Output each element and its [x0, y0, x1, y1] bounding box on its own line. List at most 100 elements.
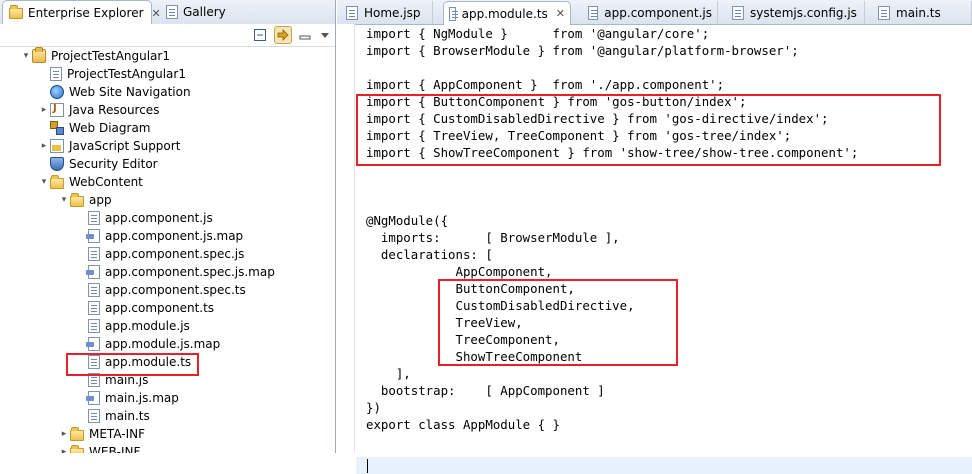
tab-label: Gallery — [183, 5, 226, 19]
tree-item[interactable]: ▾ WebContent — [38, 173, 143, 191]
code-line: import { CustomDisabledDirective } from … — [366, 111, 829, 126]
gallery-icon — [166, 5, 178, 19]
expand-toggle-icon[interactable]: ▾ — [58, 195, 70, 205]
tree-item[interactable]: app.component.spec.js — [76, 245, 244, 263]
code-line: import { AppComponent } from './app.comp… — [366, 77, 725, 92]
map-icon — [86, 337, 100, 351]
view-menu-icon[interactable] — [316, 26, 334, 44]
tree-item-label: app.component.spec.ts — [105, 283, 246, 297]
expand-toggle-icon[interactable]: ▸ — [38, 105, 50, 115]
code-line: declarations: [ — [366, 247, 493, 262]
tree-item-label: WebContent — [69, 175, 143, 189]
expand-toggle-icon[interactable]: ▸ — [58, 447, 70, 453]
tree-item[interactable]: main.js.map — [76, 389, 179, 407]
tree-item-label: ProjectTestAngular1 — [67, 67, 186, 81]
tab-gallery[interactable]: Gallery — [160, 0, 240, 24]
file-icon — [88, 319, 100, 333]
tree-item[interactable]: app.component.js.map — [76, 227, 243, 245]
tree-item[interactable]: app.module.js.map — [76, 335, 220, 353]
tree-item[interactable]: ▸ Java Resources — [38, 101, 159, 119]
code-line: import { NgModule } from '@angular/core'… — [366, 26, 710, 41]
tab-enterprise-explorer[interactable]: Enterprise Explorer ✕ — [2, 0, 161, 25]
tab-label: app.module.ts — [461, 6, 548, 21]
code-line: import { TreeView, TreeComponent } from … — [366, 128, 792, 143]
code-line: ButtonComponent, — [366, 281, 575, 296]
tree-item[interactable]: Web Site Navigation — [38, 83, 191, 101]
code-line: ShowTreeComponent — [366, 349, 583, 364]
tree-item[interactable]: ▾ ProjectTestAngular1 — [20, 47, 170, 65]
code-line: imports: [ BrowserModule ], — [366, 230, 620, 245]
project-icon — [32, 47, 46, 63]
code-line: @NgModule({ — [366, 213, 449, 228]
tree-item[interactable]: Security Editor — [38, 155, 158, 173]
code-line: CustomDisabledDirective, — [366, 298, 635, 313]
tree-item-label: app — [89, 193, 112, 207]
tree-item-label: main.js — [105, 373, 149, 387]
minimize-icon[interactable] — [296, 26, 314, 44]
file-icon — [88, 301, 100, 315]
tree-item[interactable]: main.ts — [76, 407, 150, 425]
file-icon — [878, 5, 890, 20]
close-icon[interactable]: ✕ — [556, 7, 565, 20]
expand-toggle-icon[interactable]: ▸ — [38, 141, 50, 151]
tree-item[interactable]: ▸ WEB-INF — [58, 443, 140, 453]
tree-item-label: Web Diagram — [69, 121, 151, 135]
link-with-editor-icon[interactable] — [274, 26, 292, 44]
code-line: }) — [366, 400, 381, 415]
folder-icon — [70, 444, 84, 453]
map-icon — [86, 229, 100, 243]
tree-item[interactable]: app.module.js — [76, 317, 190, 335]
tree-item[interactable]: app.module.ts — [76, 353, 191, 371]
code-line: import { ButtonComponent } from 'gos-but… — [366, 94, 747, 109]
tree-item[interactable]: ▾ app — [58, 191, 112, 209]
globe-icon — [50, 85, 64, 99]
tree-item[interactable]: ▸ META-INF — [58, 425, 145, 443]
tree-item[interactable]: app.component.js — [76, 209, 213, 227]
tab-home-jsp[interactable]: Home.jsp — [341, 1, 433, 24]
expand-toggle-icon[interactable]: ▾ — [38, 177, 50, 187]
file-icon — [50, 67, 62, 81]
code-line: TreeView, — [366, 315, 523, 330]
enterprise-explorer-panel: Enterprise Explorer ✕ Gallery ▾ ProjectTe… — [0, 0, 336, 453]
tree-item-label: Java Resources — [69, 103, 160, 117]
tab-app-component-js[interactable]: app.component.js — [583, 1, 718, 24]
explorer-icon — [9, 5, 23, 19]
tree-item-label: META-INF — [89, 427, 146, 441]
tab-label: Enterprise Explorer — [28, 6, 144, 20]
tree-item-label: app.component.ts — [105, 301, 215, 315]
tree-item[interactable]: main.js — [76, 371, 148, 389]
tree-item-label: app.component.js — [105, 211, 213, 225]
code-line: import { ShowTreeComponent } from 'show-… — [366, 145, 859, 160]
tree-item[interactable]: ▸ JavaScript Support — [38, 137, 180, 155]
tab-main-ts[interactable]: main.ts — [873, 1, 972, 24]
file-icon — [88, 373, 100, 387]
view-tab-bar: Enterprise Explorer ✕ Gallery — [0, 0, 335, 25]
tree-item-label: JavaScript Support — [69, 139, 181, 153]
diagram-icon — [50, 121, 64, 135]
tree-item[interactable]: app.component.ts — [76, 299, 214, 317]
project-tree: ▾ ProjectTestAngular1 ProjectTestAngular1 W… — [0, 46, 335, 453]
tree-item-label: ProjectTestAngular1 — [51, 49, 170, 63]
tree-item[interactable]: app.component.spec.js.map — [76, 263, 275, 281]
tree-item-label: main.js.map — [105, 391, 179, 405]
tree-item-label: WEB-INF — [89, 445, 141, 453]
code-text-area[interactable]: import { NgModule } from '@angular/core'… — [356, 24, 972, 474]
file-icon — [449, 6, 458, 21]
tree-item[interactable]: app.component.spec.ts — [76, 281, 246, 299]
expand-toggle-icon[interactable]: ▸ — [58, 429, 70, 439]
code-editor: Home.jsp app.module.ts ✕ app.component.j… — [337, 0, 972, 474]
tab-systemjs-config-js[interactable]: systemjs.config.js — [727, 1, 865, 24]
file-icon — [88, 355, 100, 369]
collapse-all-icon[interactable] — [251, 26, 269, 44]
tree-item[interactable]: ProjectTestAngular1 — [38, 65, 186, 83]
expand-toggle-icon[interactable]: ▾ — [20, 51, 32, 61]
tab-label: systemjs.config.js — [750, 5, 857, 20]
tree-item-label: app.component.js.map — [105, 229, 244, 243]
tree-item-label: Security Editor — [69, 157, 158, 171]
tree-item[interactable]: Web Diagram — [38, 119, 151, 137]
tab-label: app.component.js — [604, 5, 712, 20]
tree-item-label: app.component.spec.js.map — [105, 265, 275, 279]
file-icon — [88, 211, 100, 225]
tree-item-label: app.component.spec.js — [105, 247, 245, 261]
tab-app-module-ts[interactable]: app.module.ts ✕ — [443, 1, 571, 25]
